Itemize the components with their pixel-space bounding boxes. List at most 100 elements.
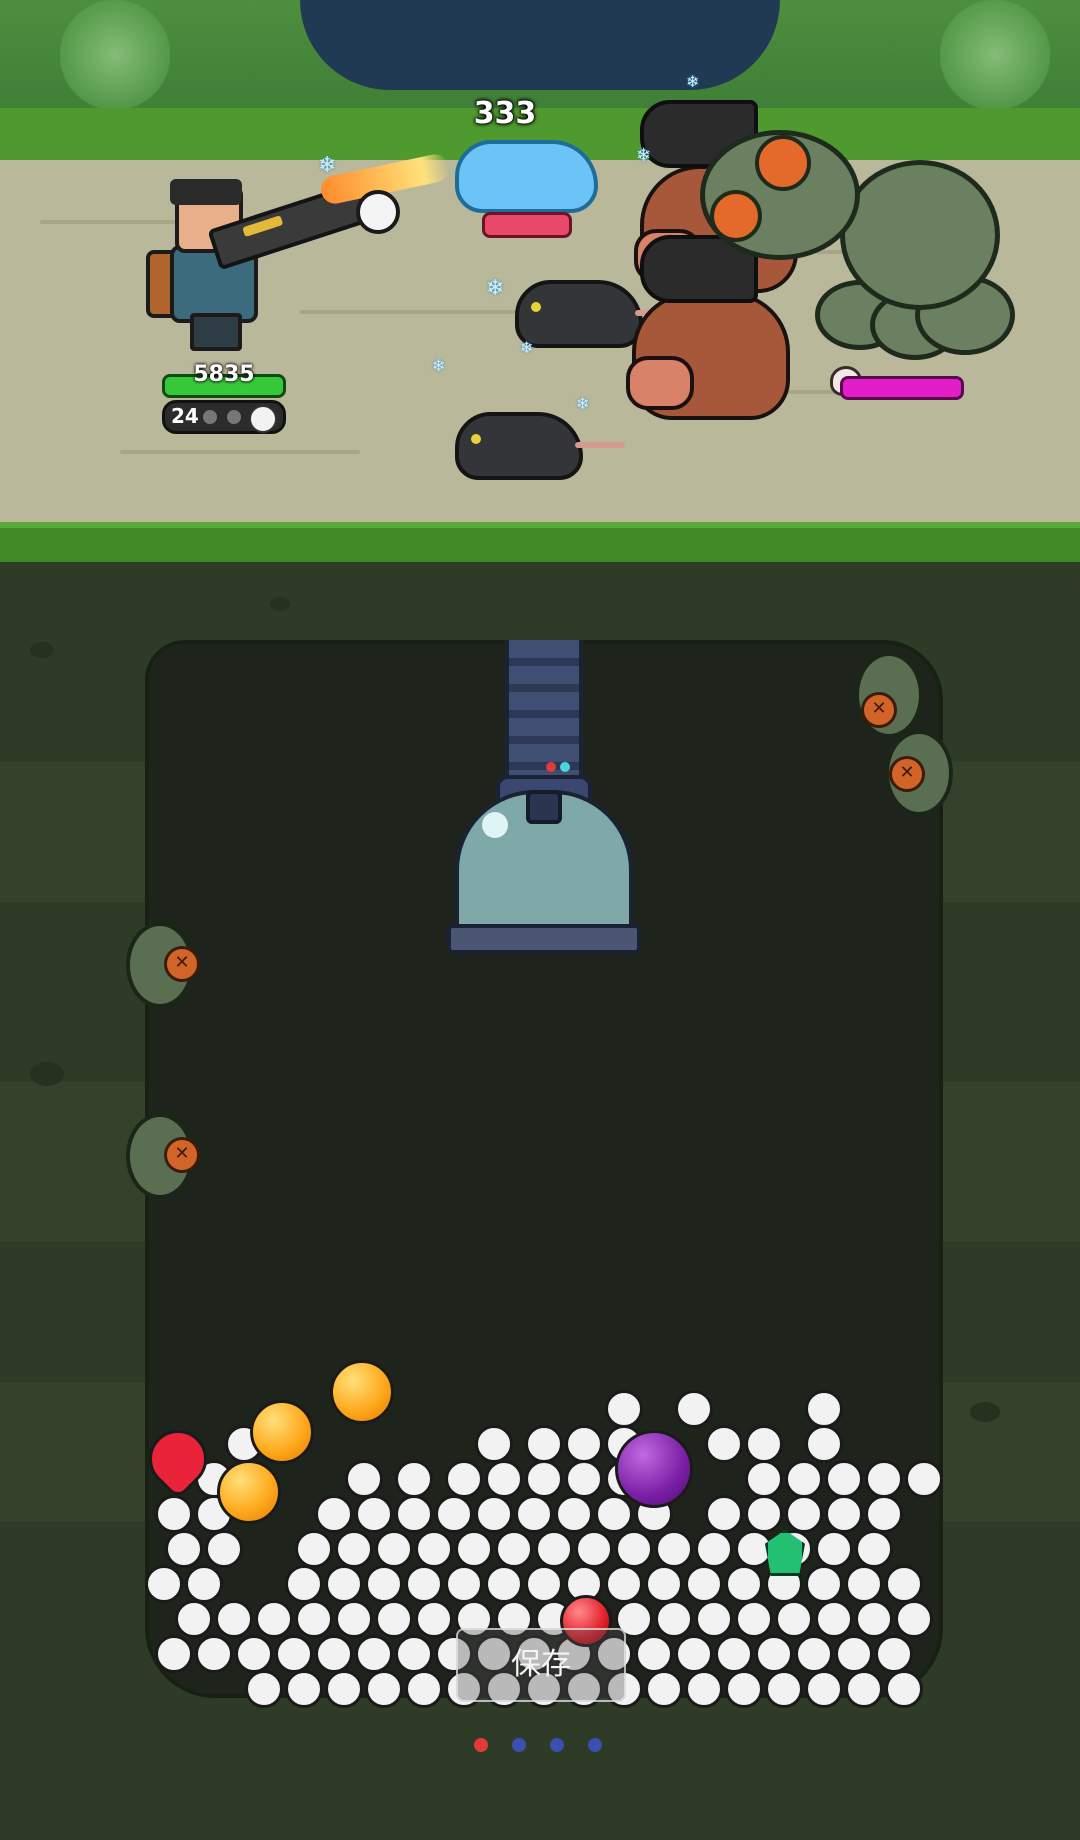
orange-ball bbox=[250, 1400, 314, 1464]
white-ball bbox=[885, 1565, 923, 1603]
page-dot[interactable] bbox=[512, 1738, 526, 1752]
white-ball bbox=[335, 1530, 373, 1568]
dome-knob bbox=[526, 790, 562, 824]
rat-enemy bbox=[455, 412, 625, 480]
ground-crack bbox=[120, 450, 360, 454]
orange-ball bbox=[330, 1360, 394, 1424]
tree-decoration bbox=[60, 0, 170, 110]
white-ball bbox=[315, 1635, 353, 1673]
white-ball bbox=[405, 1565, 443, 1603]
white-ball bbox=[845, 1670, 883, 1708]
white-ball bbox=[395, 1635, 433, 1673]
white-ball bbox=[445, 1565, 483, 1603]
white-ball bbox=[415, 1530, 453, 1568]
white-ball bbox=[865, 1495, 903, 1533]
white-ball bbox=[855, 1600, 893, 1638]
white-ball bbox=[285, 1565, 323, 1603]
white-ball bbox=[815, 1600, 853, 1638]
pebble-decoration bbox=[270, 597, 290, 611]
white-ball bbox=[195, 1635, 233, 1673]
serpent-boss-enemy bbox=[690, 120, 1015, 360]
white-ball bbox=[485, 1460, 523, 1498]
white-ball bbox=[335, 1600, 373, 1638]
white-ball bbox=[845, 1565, 883, 1603]
white-ball bbox=[725, 1670, 763, 1708]
white-ball bbox=[375, 1530, 413, 1568]
dropper-led bbox=[546, 762, 556, 772]
tree-trunk-decoration bbox=[300, 0, 780, 90]
snowflake-icon: ❄ bbox=[520, 338, 534, 357]
bullet-icon bbox=[356, 190, 400, 234]
white-ball bbox=[435, 1495, 473, 1533]
white-ball bbox=[885, 1670, 923, 1708]
page-dot[interactable] bbox=[550, 1738, 564, 1752]
snowflake-icon: ❄ bbox=[318, 153, 337, 178]
white-ball bbox=[655, 1600, 693, 1638]
boss-hp-bar bbox=[840, 376, 964, 400]
purple-bomb-ball bbox=[615, 1430, 693, 1508]
white-ball bbox=[485, 1565, 523, 1603]
damage-popup: 333 bbox=[473, 96, 537, 131]
snowflake-icon: ❄ bbox=[576, 394, 590, 413]
white-ball bbox=[785, 1460, 823, 1498]
boss-eye bbox=[755, 135, 811, 191]
pebble-decoration bbox=[970, 1402, 1000, 1422]
white-ball bbox=[365, 1670, 403, 1708]
ammo-pip bbox=[227, 410, 241, 424]
mine-fuse-icon: ✕ bbox=[861, 692, 897, 728]
page-dot[interactable] bbox=[474, 1738, 488, 1752]
save-button[interactable]: 保存 bbox=[456, 1628, 626, 1702]
white-ball bbox=[745, 1460, 783, 1498]
rat-tail bbox=[575, 442, 625, 448]
white-ball bbox=[605, 1565, 643, 1603]
white-ball bbox=[795, 1635, 833, 1673]
white-ball bbox=[475, 1425, 513, 1463]
ground-crack bbox=[300, 310, 520, 314]
wall-mine: ✕ bbox=[126, 1113, 200, 1199]
white-ball bbox=[395, 1460, 433, 1498]
white-ball bbox=[695, 1600, 733, 1638]
white-ball bbox=[855, 1530, 893, 1568]
white-ball bbox=[445, 1460, 483, 1498]
white-ball bbox=[155, 1495, 193, 1533]
white-ball bbox=[565, 1425, 603, 1463]
boss-body-coil bbox=[840, 160, 1000, 310]
white-ball bbox=[235, 1635, 273, 1673]
pebble-decoration bbox=[30, 642, 54, 658]
white-ball bbox=[535, 1530, 573, 1568]
white-ball bbox=[245, 1670, 283, 1708]
mine-fuse-icon: ✕ bbox=[164, 946, 200, 982]
white-ball bbox=[705, 1495, 743, 1533]
white-ball bbox=[745, 1495, 783, 1533]
white-ball bbox=[755, 1635, 793, 1673]
boar-snout bbox=[626, 356, 694, 410]
white-ball bbox=[205, 1530, 243, 1568]
white-ball bbox=[525, 1425, 563, 1463]
white-ball bbox=[315, 1495, 353, 1533]
page-dot[interactable] bbox=[588, 1738, 602, 1752]
white-ball bbox=[525, 1460, 563, 1498]
game-screen: 5835 24 333 ❄ ❄ ❄ ❄ ❄ ❄ ❄ ✕ ✕ ✕ ✕ 保存 bbox=[0, 0, 1080, 1840]
white-ball bbox=[175, 1600, 213, 1638]
white-ball bbox=[865, 1460, 903, 1498]
snowflake-icon: ❄ bbox=[686, 72, 700, 91]
white-ball bbox=[475, 1495, 513, 1533]
snowflake-icon: ❄ bbox=[486, 276, 505, 301]
white-ball bbox=[345, 1460, 383, 1498]
white-ball bbox=[655, 1530, 693, 1568]
frozen-rat-enemy bbox=[455, 140, 598, 213]
white-ball bbox=[805, 1670, 843, 1708]
white-ball bbox=[815, 1530, 853, 1568]
dome-base bbox=[447, 924, 641, 954]
hero-hp-value: 5835 bbox=[193, 362, 255, 387]
white-ball bbox=[495, 1530, 533, 1568]
white-ball bbox=[295, 1530, 333, 1568]
white-ball bbox=[155, 1635, 193, 1673]
white-ball bbox=[565, 1460, 603, 1498]
white-ball bbox=[895, 1600, 933, 1638]
rat-eye bbox=[531, 302, 541, 312]
white-ball bbox=[645, 1565, 683, 1603]
white-ball bbox=[375, 1600, 413, 1638]
white-ball bbox=[835, 1635, 873, 1673]
white-ball bbox=[905, 1460, 943, 1498]
